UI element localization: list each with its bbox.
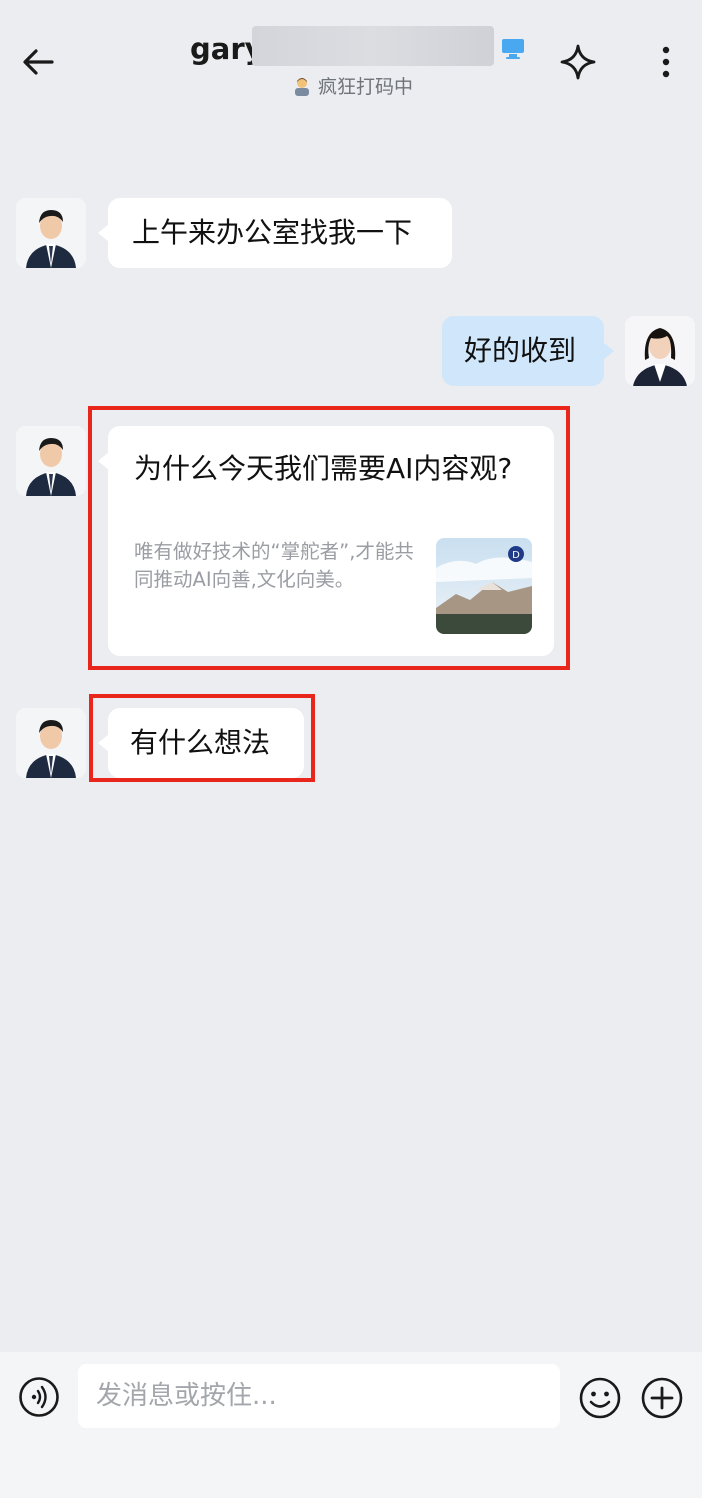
avatar-other[interactable] — [16, 198, 86, 268]
chat-header: gary 疯狂打码中 — [0, 0, 702, 110]
avatar-me[interactable] — [625, 316, 695, 386]
plus-icon[interactable] — [640, 1376, 684, 1420]
input-bar — [0, 1352, 702, 1498]
sparkle-icon[interactable] — [558, 42, 598, 82]
status-line: 疯狂打码中 — [292, 72, 413, 99]
voice-icon[interactable] — [18, 1376, 60, 1418]
chat-title-area[interactable]: gary — [190, 26, 530, 70]
back-arrow-icon[interactable] — [16, 40, 60, 84]
avatar-other[interactable] — [16, 708, 86, 778]
computer-icon — [500, 38, 526, 60]
message-bubble-1[interactable]: 上午来办公室找我一下 — [98, 198, 452, 268]
message-text: 上午来办公室找我一下 — [132, 216, 413, 249]
message-input[interactable] — [78, 1364, 560, 1428]
status-text: 疯狂打码中 — [318, 76, 414, 98]
title-mosaic — [252, 26, 494, 66]
message-bubble-2[interactable]: 好的收到 — [442, 316, 614, 386]
emoji-icon[interactable] — [578, 1376, 622, 1420]
highlight-box-card — [88, 406, 570, 670]
bubble-tail — [98, 224, 109, 242]
message-text: 好的收到 — [464, 334, 577, 367]
bubble-tail — [603, 342, 614, 360]
avatar-other[interactable] — [16, 426, 86, 496]
more-vertical-icon[interactable] — [650, 42, 682, 82]
person-emoji-icon — [292, 76, 312, 96]
highlight-box-message — [89, 694, 315, 782]
